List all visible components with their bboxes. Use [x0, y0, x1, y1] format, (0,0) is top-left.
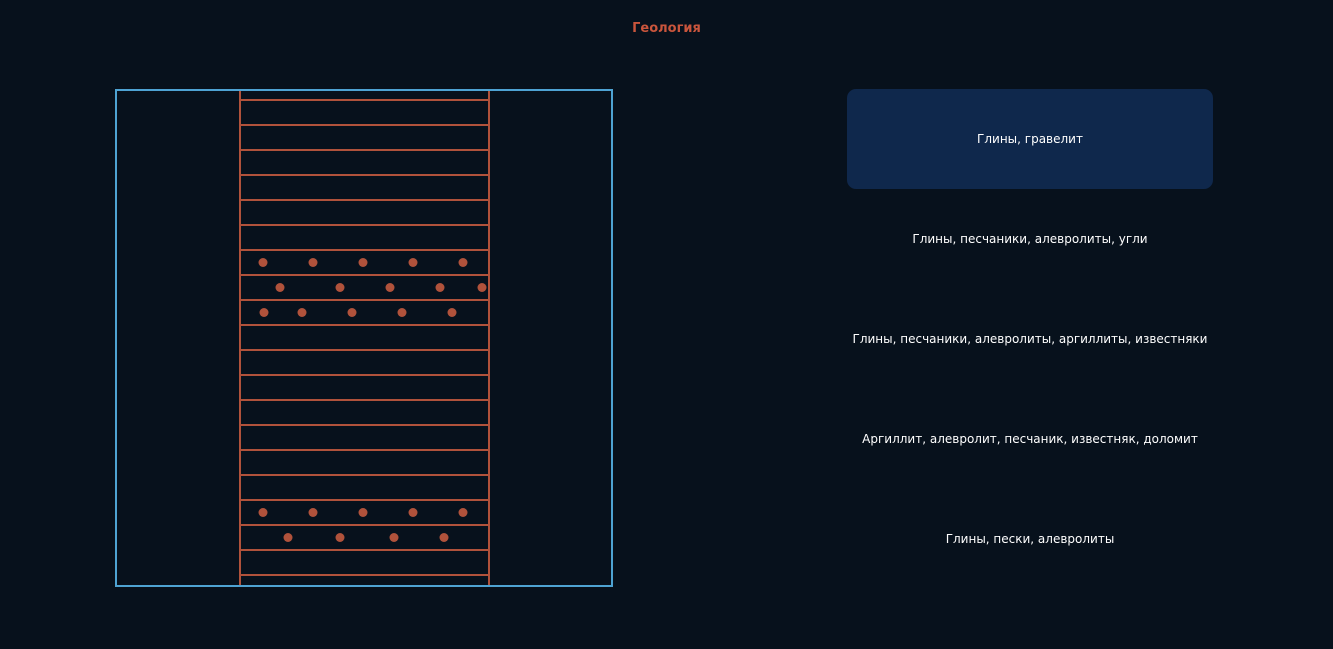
lithology-column-pattern: [239, 91, 490, 585]
lithology-column-frame: [115, 89, 613, 587]
layer-label: Глины, песчаники, алевролиты, угли: [912, 232, 1148, 246]
gravel-dot: [358, 508, 368, 517]
layer-label: Глины, песчаники, алевролиты, аргиллиты,…: [852, 332, 1208, 346]
geology-page: Геология Глины, гравелит Глины, песчаник…: [0, 0, 1333, 649]
layer-label: Аргиллит, алевролит, песчаник, известняк…: [862, 432, 1198, 446]
gravel-dot: [335, 533, 345, 542]
gravel-dot: [259, 308, 269, 317]
gravel-dot: [308, 258, 318, 267]
gravel-dot: [258, 258, 268, 267]
gravel-dot: [435, 283, 445, 292]
gravel-dot: [283, 533, 293, 542]
layer-item-1[interactable]: Глины, гравелит: [847, 89, 1213, 189]
gravel-dot: [408, 508, 418, 517]
gravel-dot: [308, 508, 318, 517]
gravel-dot: [297, 308, 307, 317]
gravel-dot: [385, 283, 395, 292]
layer-item-2[interactable]: Глины, песчаники, алевролиты, угли: [847, 189, 1213, 289]
layer-list: Глины, гравелит Глины, песчаники, алевро…: [847, 89, 1213, 589]
gravel-dot: [439, 533, 449, 542]
gravel-dot: [458, 258, 468, 267]
gravel-dot: [458, 508, 468, 517]
gravel-dot: [389, 533, 399, 542]
layer-item-5[interactable]: Глины, пески, алевролиты: [847, 489, 1213, 589]
gravel-dot: [347, 308, 357, 317]
gravel-dot: [258, 508, 268, 517]
layer-item-3[interactable]: Глины, песчаники, алевролиты, аргиллиты,…: [847, 289, 1213, 389]
gravel-dot: [447, 308, 457, 317]
gravel-dot: [397, 308, 407, 317]
layer-item-4[interactable]: Аргиллит, алевролит, песчаник, известняк…: [847, 389, 1213, 489]
gravel-dot: [335, 283, 345, 292]
layer-label: Глины, пески, алевролиты: [945, 532, 1115, 546]
page-title: Геология: [632, 21, 701, 36]
gravel-dot: [358, 258, 368, 267]
gravel-dot: [477, 283, 487, 292]
layer-label: Глины, гравелит: [977, 132, 1083, 146]
gravel-dot: [275, 283, 285, 292]
gravel-dot: [408, 258, 418, 267]
